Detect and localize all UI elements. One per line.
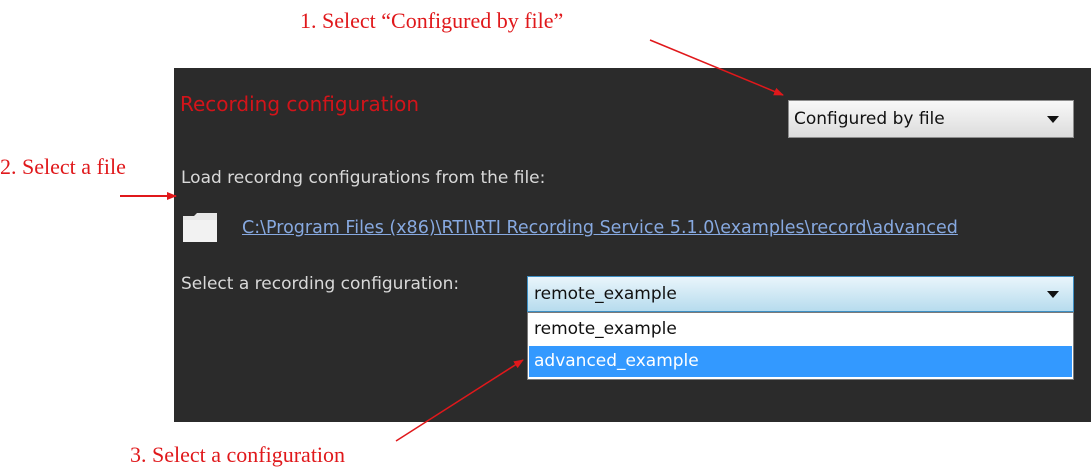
recording-configuration-value: remote_example [534, 284, 677, 304]
configuration-mode-select[interactable]: Configured by file [788, 100, 1074, 138]
config-select-label: Select a recording configuration: [181, 274, 460, 294]
annotation-step-1: 1. Select “Configured by file” [300, 8, 564, 33]
annotation-step-3: 3. Select a configuration [130, 442, 346, 467]
dropdown-option-remote-example[interactable]: remote_example [529, 314, 1072, 345]
chevron-down-icon [1047, 291, 1059, 298]
file-path-link[interactable]: C:\Program Files (x86)\RTI\RTI Recording… [242, 218, 958, 238]
configuration-dropdown-list: remote_example advanced_example [527, 312, 1074, 380]
recording-configuration-select[interactable]: remote_example [527, 276, 1074, 312]
load-file-label: Load recordng configurations from the fi… [181, 168, 546, 188]
folder-icon[interactable] [183, 212, 217, 242]
configuration-mode-value: Configured by file [794, 109, 945, 129]
panel-title: Recording configuration [180, 92, 420, 116]
chevron-down-icon [1047, 116, 1059, 123]
annotation-step-2: 2. Select a file [0, 154, 126, 179]
dropdown-option-advanced-example[interactable]: advanced_example [529, 346, 1072, 377]
